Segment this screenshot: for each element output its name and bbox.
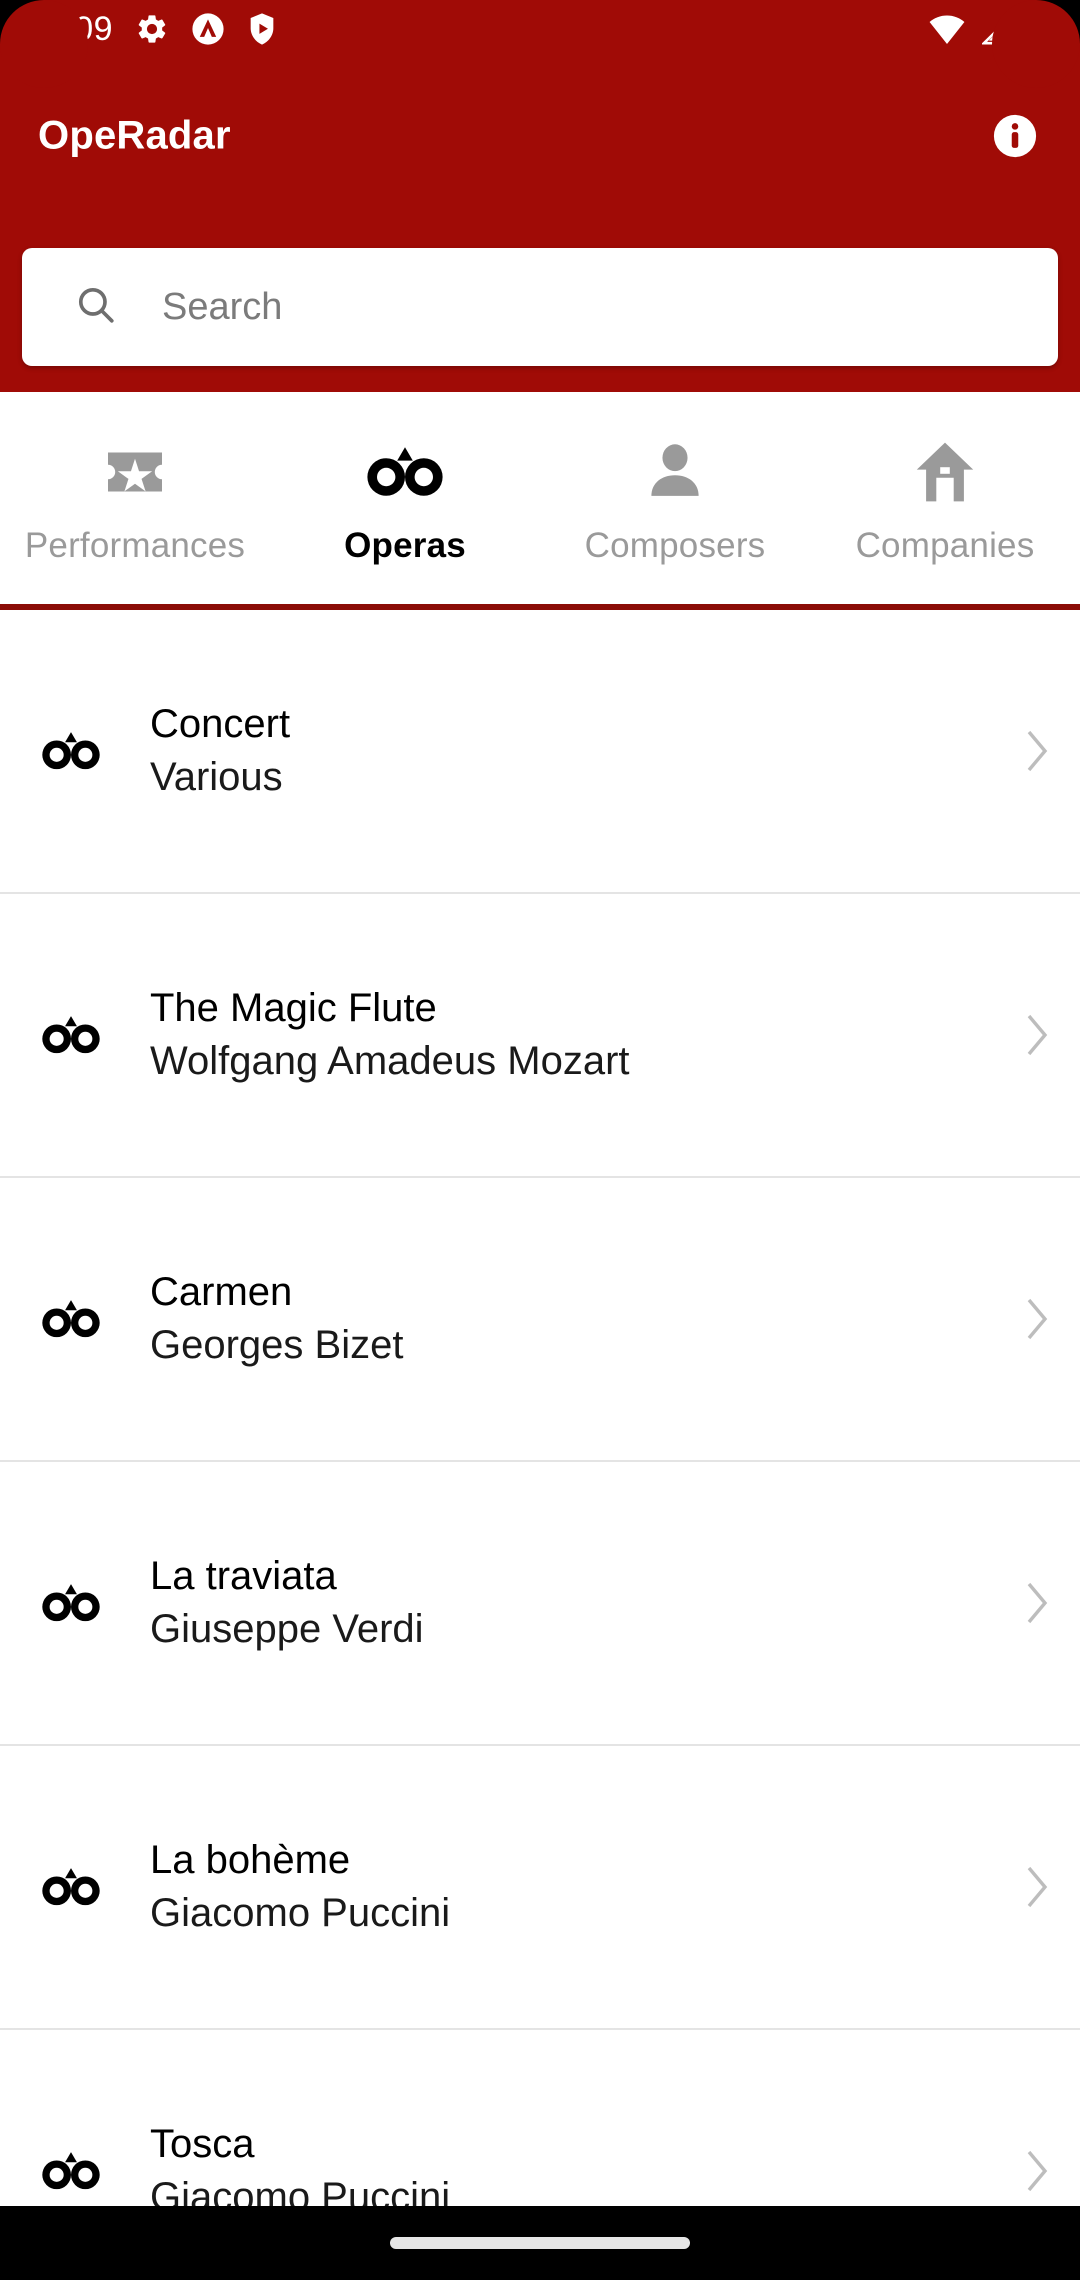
list-item-text: Tosca Giacomo Puccini	[150, 2121, 451, 2210]
list-item-title: Concert	[150, 701, 291, 746]
list-item-subtitle: Giacomo Puccini	[150, 2175, 451, 2210]
chevron-right-icon	[1024, 1581, 1050, 1625]
ticket-star-icon	[99, 434, 171, 510]
list-item[interactable]: Tosca Giacomo Puccini	[0, 2030, 1080, 2210]
list-item[interactable]: The Magic Flute Wolfgang Amadeus Mozart	[0, 894, 1080, 1178]
list-item-subtitle: Georges Bizet	[150, 1323, 404, 1367]
chevron-right-icon	[1024, 729, 1050, 773]
tab-label-companies: Companies	[855, 526, 1035, 565]
opera-glasses-icon	[34, 1011, 108, 1059]
tab-companies[interactable]: Companies	[810, 392, 1080, 608]
screen-corner-top-left	[0, 0, 88, 88]
list-item-title: Tosca	[150, 2121, 255, 2166]
list-item-title: Carmen	[150, 1269, 293, 1314]
tab-composers[interactable]: Composers	[540, 392, 810, 608]
tab-label-operas: Operas	[344, 526, 466, 565]
chevron-right-icon	[1024, 1013, 1050, 1057]
list-item-text: La traviata Giuseppe Verdi	[150, 1553, 424, 1651]
tab-operas[interactable]: Operas	[270, 392, 540, 608]
list-item-subtitle: Various	[150, 755, 283, 799]
home-gesture-pill[interactable]	[390, 2237, 690, 2249]
wifi-icon	[928, 13, 966, 45]
list-item[interactable]: La bohème Giacomo Puccini	[0, 1746, 1080, 2030]
list-item-subtitle: Wolfgang Amadeus Mozart	[150, 1039, 630, 1083]
list-item[interactable]: Carmen Georges Bizet	[0, 1178, 1080, 1462]
tent-circle-icon	[191, 12, 225, 46]
tab-performances[interactable]: Performances	[0, 392, 270, 608]
status-bar: 11:09	[0, 0, 1080, 58]
house-icon	[909, 434, 981, 510]
opera-glasses-icon	[367, 434, 443, 510]
tab-label-performances: Performances	[24, 526, 246, 565]
list-item-title: The Magic Flute	[150, 985, 437, 1030]
list-item[interactable]: Concert Various	[0, 610, 1080, 894]
opera-glasses-icon	[34, 727, 108, 775]
opera-glasses-icon	[34, 1579, 108, 1627]
shield-play-icon	[247, 12, 277, 46]
opera-glasses-icon	[34, 1863, 108, 1911]
search-input[interactable]: Search	[22, 248, 1058, 366]
app-screen: 11:09	[0, 0, 1080, 2280]
search-placeholder-text: Search	[162, 285, 283, 328]
list-item-subtitle: Giacomo Puccini	[150, 1891, 451, 1935]
list-item-text: La bohème Giacomo Puccini	[150, 1837, 451, 1935]
list-item-title: La bohème	[150, 1837, 351, 1882]
search-icon	[74, 283, 118, 332]
person-icon	[640, 434, 710, 510]
info-icon[interactable]	[992, 113, 1038, 159]
opera-list[interactable]: Concert Various The Magic Flute Wolfgang…	[0, 610, 1080, 2210]
search-bar-container: Search	[0, 214, 1080, 392]
chevron-right-icon	[1024, 2149, 1050, 2193]
gear-icon	[135, 12, 169, 46]
app-bar: OpeRadar	[0, 58, 1080, 214]
chevron-right-icon	[1024, 1297, 1050, 1341]
system-navigation-bar	[0, 2206, 1080, 2280]
list-item-subtitle: Giuseppe Verdi	[150, 1607, 424, 1651]
list-item-text: Carmen Georges Bizet	[150, 1269, 404, 1367]
screen-corner-top-right	[992, 0, 1080, 88]
list-item[interactable]: La traviata Giuseppe Verdi	[0, 1462, 1080, 1746]
tab-bar: Performances Operas Composers Companies	[0, 392, 1080, 608]
list-item-text: The Magic Flute Wolfgang Amadeus Mozart	[150, 985, 630, 1083]
chevron-right-icon	[1024, 1865, 1050, 1909]
list-item-text: Concert Various	[150, 701, 291, 799]
opera-glasses-icon	[34, 1295, 108, 1343]
tab-label-composers: Composers	[584, 526, 766, 565]
list-item-title: La traviata	[150, 1553, 337, 1598]
page-title: OpeRadar	[38, 113, 231, 158]
opera-glasses-icon	[34, 2147, 108, 2195]
